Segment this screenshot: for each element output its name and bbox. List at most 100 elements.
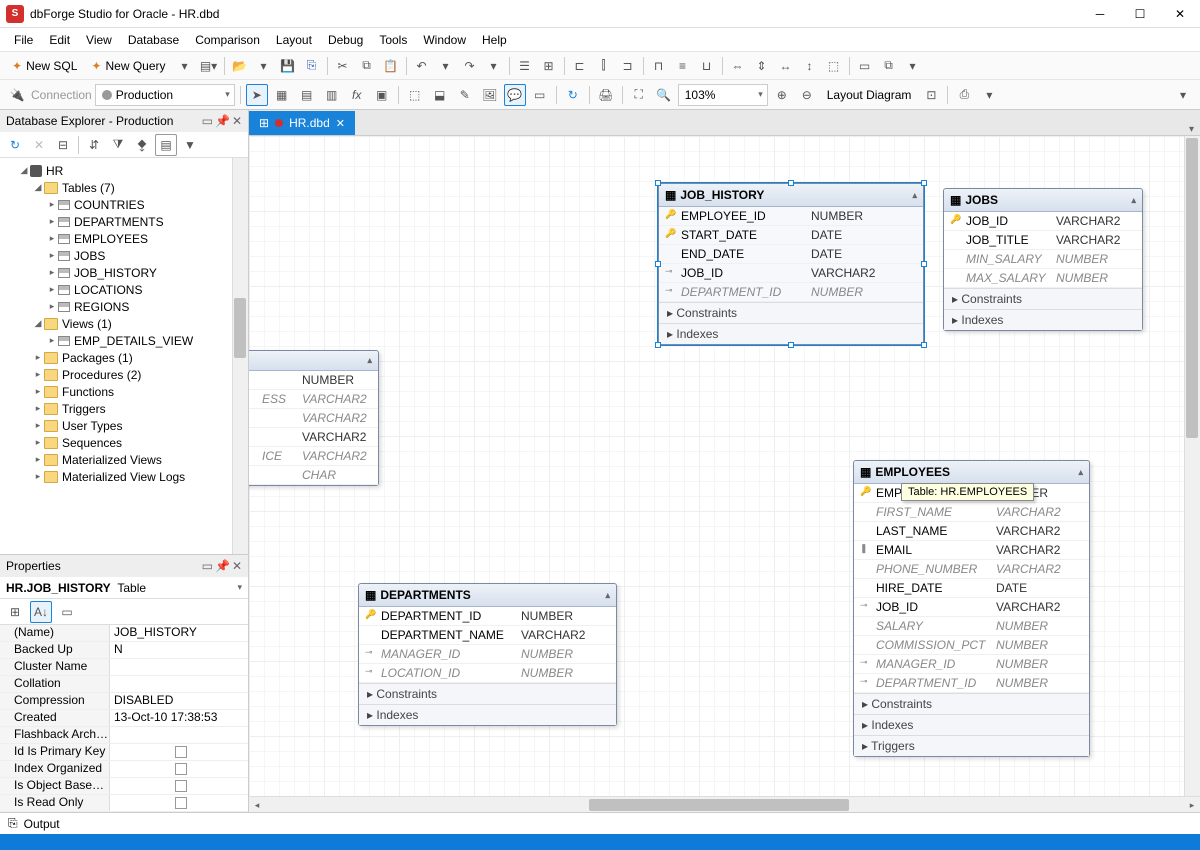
prop-row[interactable]: Created13-Oct-10 17:38:53 bbox=[0, 710, 248, 727]
entity-column[interactable]: ICEVARCHAR2 bbox=[249, 447, 378, 466]
entity-indexes[interactable]: ▸ Indexes bbox=[854, 714, 1089, 735]
entity-column[interactable]: ESSVARCHAR2 bbox=[249, 390, 378, 409]
samesize-icon[interactable]: ⬚ bbox=[823, 55, 845, 77]
entity-column[interactable]: CHAR bbox=[249, 466, 378, 485]
prop-row[interactable]: Flashback Archiv... bbox=[0, 727, 248, 744]
entity-column[interactable]: COMMISSION_PCTNUMBER bbox=[854, 636, 1089, 655]
tree-table-item[interactable]: ▸JOB_HISTORY bbox=[0, 264, 248, 281]
tree-table-item[interactable]: ▸EMPLOYEES bbox=[0, 230, 248, 247]
zoom-out-icon[interactable]: ⊖ bbox=[796, 84, 818, 106]
props-sort-icon[interactable]: A↓ bbox=[30, 601, 52, 623]
entity-column[interactable]: ⊸LOCATION_IDNUMBER bbox=[359, 664, 616, 683]
exp-refresh-icon[interactable]: ↻ bbox=[4, 134, 26, 156]
menu-file[interactable]: File bbox=[6, 29, 41, 51]
entity-column[interactable]: VARCHAR2 bbox=[249, 428, 378, 447]
zoom-dropdown[interactable]: 103% bbox=[678, 84, 768, 106]
align-top-icon[interactable]: ⊓ bbox=[648, 55, 670, 77]
entity-column[interactable]: END_DATEDATE bbox=[659, 245, 923, 264]
entity-column[interactable]: ❚EMAILVARCHAR2 bbox=[854, 541, 1089, 560]
props-page-icon[interactable]: ▭ bbox=[56, 601, 78, 623]
entity-job-history[interactable]: ▦JOB_HISTORY▴ 🔑EMPLOYEE_IDNUMBER🔑START_D… bbox=[658, 183, 924, 345]
tree-table-item[interactable]: ▸JOBS bbox=[0, 247, 248, 264]
exp-tool1-icon[interactable]: ⇵ bbox=[83, 134, 105, 156]
entity-indexes[interactable]: ▸ Indexes bbox=[944, 309, 1142, 330]
samew-icon[interactable]: ↔ bbox=[775, 55, 797, 77]
tab-hr-dbd[interactable]: ⊞ HR.dbd ✕ bbox=[249, 111, 355, 135]
container-icon[interactable]: ⊡ bbox=[920, 84, 942, 106]
note-icon[interactable]: ✎ bbox=[454, 84, 476, 106]
tree-folder-item[interactable]: ▸User Types bbox=[0, 417, 248, 434]
entity-partial[interactable]: ▴ NUMBERESSVARCHAR2VARCHAR2VARCHAR2ICEVA… bbox=[249, 350, 379, 486]
sameh-icon[interactable]: ↕ bbox=[799, 55, 821, 77]
grid-icon[interactable]: ▥ bbox=[321, 84, 343, 106]
tree-table-item[interactable]: ▸REGIONS bbox=[0, 298, 248, 315]
tree-view-item[interactable]: EMP_DETAILS_VIEW bbox=[74, 334, 193, 348]
prop-row[interactable]: Id Is Primary Key bbox=[0, 744, 248, 761]
entity-triggers[interactable]: ▸ Triggers bbox=[854, 735, 1089, 756]
tree-folder-item[interactable]: ▸Sequences bbox=[0, 434, 248, 451]
entity-column[interactable]: NUMBER bbox=[249, 371, 378, 390]
tree-folder-item[interactable]: ▸Materialized Views bbox=[0, 451, 248, 468]
doc-dropdown-icon[interactable]: ▤▾ bbox=[198, 55, 220, 77]
align-center-icon[interactable]: ⫿ bbox=[593, 55, 615, 77]
entity-jobs[interactable]: ▦JOBS▴ 🔑JOB_IDVARCHAR2JOB_TITLEVARCHAR2M… bbox=[943, 188, 1143, 331]
pointer-icon[interactable]: ➤ bbox=[246, 84, 268, 106]
export-icon[interactable]: ⎙ bbox=[953, 84, 975, 106]
list-icon[interactable]: ☰ bbox=[514, 55, 536, 77]
props-cat-icon[interactable]: ⊞ bbox=[4, 601, 26, 623]
export-drop-icon[interactable]: ▾ bbox=[978, 84, 1000, 106]
tree-tables[interactable]: Tables (7) bbox=[62, 181, 115, 195]
entity-column[interactable]: MAX_SALARYNUMBER bbox=[944, 269, 1142, 288]
plug-icon[interactable]: 🔌 bbox=[6, 84, 28, 106]
block-icon[interactable]: ▣ bbox=[371, 84, 393, 106]
entity-column[interactable]: ⊸MANAGER_IDNUMBER bbox=[359, 645, 616, 664]
entity-departments[interactable]: ▦DEPARTMENTS▴ 🔑DEPARTMENT_IDNUMBERDEPART… bbox=[358, 583, 617, 726]
entity-column[interactable]: 🔑JOB_IDVARCHAR2 bbox=[944, 212, 1142, 231]
entity-column[interactable]: ⊸JOB_IDVARCHAR2 bbox=[659, 264, 923, 283]
menu-comparison[interactable]: Comparison bbox=[187, 29, 268, 51]
tree-scrollbar[interactable] bbox=[232, 158, 248, 554]
entity-column[interactable]: 🔑EMPLOYEE_IDNUMBER bbox=[659, 207, 923, 226]
vspace-icon[interactable]: ⇕ bbox=[751, 55, 773, 77]
align-right-icon[interactable]: ⊐ bbox=[617, 55, 639, 77]
entity-constraints[interactable]: ▸ Constraints bbox=[659, 302, 923, 323]
entity-column[interactable]: MIN_SALARYNUMBER bbox=[944, 250, 1142, 269]
hspace-icon[interactable]: ⇔ bbox=[727, 55, 749, 77]
menu-view[interactable]: View bbox=[78, 29, 120, 51]
paste-icon[interactable]: 📋 bbox=[380, 55, 402, 77]
canvas-hscroll[interactable]: ◂▸ bbox=[249, 796, 1200, 812]
copy-icon[interactable]: ⧉ bbox=[356, 55, 378, 77]
prop-row[interactable]: CompressionDISABLED bbox=[0, 693, 248, 710]
menu-debug[interactable]: Debug bbox=[320, 29, 371, 51]
props-pin-icon[interactable]: 📌 bbox=[215, 559, 230, 573]
save-icon[interactable]: 💾 bbox=[277, 55, 299, 77]
minimize-button[interactable]: ─ bbox=[1080, 0, 1120, 28]
tree-folder-item[interactable]: ▸Triggers bbox=[0, 400, 248, 417]
print-icon[interactable]: 🖨 bbox=[595, 84, 617, 106]
tree-folder-item[interactable]: ▸Functions bbox=[0, 383, 248, 400]
close-button[interactable]: ✕ bbox=[1160, 0, 1200, 28]
tree-table-item[interactable]: ▸COUNTRIES bbox=[0, 196, 248, 213]
dropdown-icon[interactable]: ▾ bbox=[174, 55, 196, 77]
connection-dropdown[interactable]: Production bbox=[95, 84, 235, 106]
view-icon[interactable]: ▤ bbox=[296, 84, 318, 106]
entity-column[interactable]: JOB_TITLEVARCHAR2 bbox=[944, 231, 1142, 250]
prop-row[interactable]: Cluster Name bbox=[0, 659, 248, 676]
entity-column[interactable]: LAST_NAMEVARCHAR2 bbox=[854, 522, 1089, 541]
prop-row[interactable]: Is Read Only bbox=[0, 795, 248, 812]
fx-icon[interactable]: fx bbox=[346, 84, 368, 106]
redo-icon[interactable]: ↷ bbox=[459, 55, 481, 77]
tree-folder-item[interactable]: ▸Materialized View Logs bbox=[0, 468, 248, 485]
entity-employees[interactable]: ▦EMPLOYEES▴ 🔑EMPLOYEE_IDNUMBERFIRST_NAME… bbox=[853, 460, 1090, 757]
explorer-tree[interactable]: ◢HR ◢Tables (7) ▸COUNTRIES▸DEPARTMENTS▸E… bbox=[0, 158, 248, 554]
align-left-icon[interactable]: ⊏ bbox=[569, 55, 591, 77]
entity-column[interactable]: 🔑START_DATEDATE bbox=[659, 226, 923, 245]
shape2-icon[interactable]: ⬓ bbox=[429, 84, 451, 106]
props-close-icon[interactable]: ✕ bbox=[232, 559, 242, 573]
tree-folder-item[interactable]: ▸Packages (1) bbox=[0, 349, 248, 366]
layout-diagram-button[interactable]: Layout Diagram bbox=[821, 84, 918, 106]
tree-table-item[interactable]: ▸LOCATIONS bbox=[0, 281, 248, 298]
entity-indexes[interactable]: ▸ Indexes bbox=[659, 323, 923, 344]
entity-indexes[interactable]: ▸ Indexes bbox=[359, 704, 616, 725]
undo-icon[interactable]: ↶ bbox=[411, 55, 433, 77]
